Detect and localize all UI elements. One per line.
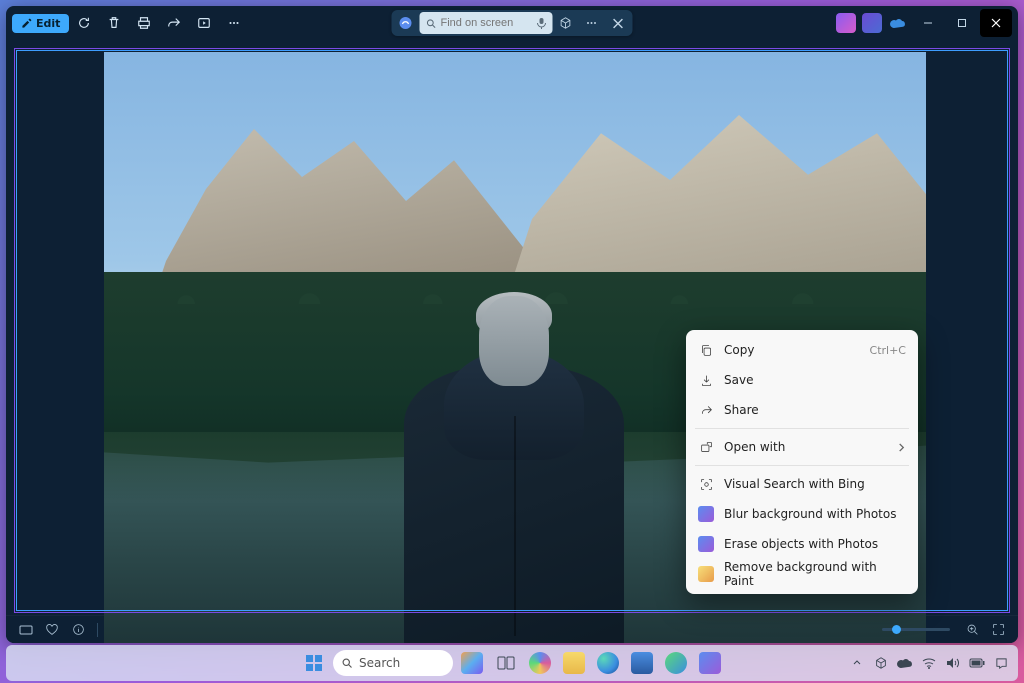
tray-notifications-icon[interactable] (992, 654, 1010, 672)
delete-icon[interactable] (99, 9, 129, 37)
copy-icon (698, 342, 714, 358)
tray-volume-icon[interactable] (944, 654, 962, 672)
task-view-icon[interactable] (491, 648, 521, 678)
taskbar-search-placeholder: Search (359, 656, 400, 670)
designer-icon[interactable] (862, 13, 882, 33)
zoom-in-icon[interactable] (962, 620, 982, 640)
menu-blur-bg-label: Blur background with Photos (724, 507, 906, 521)
menu-save[interactable]: Save (691, 365, 913, 395)
minimize-button[interactable] (912, 9, 944, 37)
mic-icon[interactable] (537, 17, 547, 29)
tray-chevron-icon[interactable] (848, 654, 866, 672)
visual-search-icon (698, 476, 714, 492)
search-icon (426, 18, 437, 29)
chevron-right-icon (897, 443, 906, 452)
search-input[interactable] (437, 17, 537, 29)
menu-remove-background[interactable]: Remove background with Paint (691, 559, 913, 589)
menu-share[interactable]: Share (691, 395, 913, 425)
copilot-icon[interactable] (396, 13, 416, 33)
menu-open-with-label: Open with (724, 440, 887, 454)
favorite-icon[interactable] (42, 620, 62, 640)
cube-icon[interactable] (553, 12, 579, 34)
menu-copy-label: Copy (724, 343, 860, 357)
share-out-icon (698, 402, 714, 418)
paint-app-icon (698, 566, 714, 582)
menu-blur-background[interactable]: Blur background with Photos (691, 499, 913, 529)
menu-open-with[interactable]: Open with (691, 432, 913, 462)
system-tray (848, 654, 1010, 672)
menu-visual-search[interactable]: Visual Search with Bing (691, 469, 913, 499)
menu-save-label: Save (724, 373, 906, 387)
menu-erase-objects[interactable]: Erase objects with Photos (691, 529, 913, 559)
save-icon (698, 372, 714, 388)
menu-share-label: Share (724, 403, 906, 417)
more-icon[interactable] (219, 9, 249, 37)
photos-app-icon (698, 506, 714, 522)
context-menu: Copy Ctrl+C Save Share Open with Visual … (686, 330, 918, 594)
info-icon[interactable] (68, 620, 88, 640)
tray-cube-icon[interactable] (872, 654, 890, 672)
tray-onedrive-icon[interactable] (896, 654, 914, 672)
app-icon-1[interactable] (661, 648, 691, 678)
copilot-taskbar-icon[interactable] (525, 648, 555, 678)
search-icon (341, 657, 353, 669)
screen-search-bar (392, 10, 633, 36)
tray-battery-icon[interactable] (968, 654, 986, 672)
fullscreen-icon[interactable] (988, 620, 1008, 640)
widgets-icon[interactable] (457, 648, 487, 678)
taskbar-search[interactable]: Search (333, 650, 453, 676)
share-icon[interactable] (159, 9, 189, 37)
print-icon[interactable] (129, 9, 159, 37)
close-button[interactable] (980, 9, 1012, 37)
taskbar-center: Search (299, 648, 725, 678)
compare-icon[interactable] (16, 620, 36, 640)
edit-button-label: Edit (36, 17, 60, 30)
image-viewport[interactable]: Copy Ctrl+C Save Share Open with Visual … (6, 40, 1018, 615)
menu-erase-objects-label: Erase objects with Photos (724, 537, 906, 551)
photos-taskbar-icon[interactable] (695, 648, 725, 678)
search-more-icon[interactable] (579, 12, 605, 34)
photos-app-icon (698, 536, 714, 552)
search-close-icon[interactable] (605, 12, 631, 34)
edge-icon[interactable] (593, 648, 623, 678)
open-with-icon (698, 439, 714, 455)
photos-app-window: Edit (6, 6, 1018, 643)
menu-copy-shortcut: Ctrl+C (870, 344, 906, 357)
taskbar: Search (6, 645, 1018, 681)
search-input-container (420, 12, 553, 34)
rotate-icon[interactable] (69, 9, 99, 37)
clipchamp-icon[interactable] (836, 13, 856, 33)
store-icon[interactable] (627, 648, 657, 678)
menu-copy[interactable]: Copy Ctrl+C (691, 335, 913, 365)
menu-visual-search-label: Visual Search with Bing (724, 477, 906, 491)
edit-button[interactable]: Edit (12, 14, 69, 33)
onedrive-icon[interactable] (888, 13, 908, 33)
titlebar: Edit (6, 6, 1018, 40)
maximize-button[interactable] (946, 9, 978, 37)
start-button[interactable] (299, 648, 329, 678)
explorer-icon[interactable] (559, 648, 589, 678)
zoom-slider[interactable] (882, 628, 950, 631)
tray-wifi-icon[interactable] (920, 654, 938, 672)
menu-remove-bg-label: Remove background with Paint (724, 560, 906, 588)
slideshow-icon[interactable] (189, 9, 219, 37)
